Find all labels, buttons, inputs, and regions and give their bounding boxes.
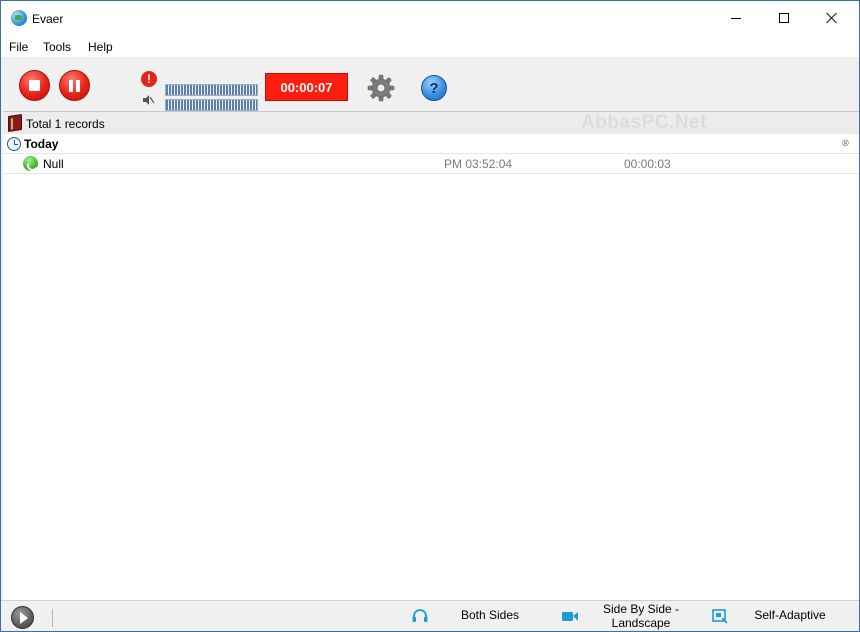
help-icon[interactable]: ? xyxy=(421,75,447,101)
warning-icon[interactable]: ! xyxy=(141,71,157,87)
app-window: Evaer File Tools Help ! 00:00:07 ? Total… xyxy=(0,0,860,632)
mode-self-adaptive[interactable]: Self-Adaptive xyxy=(747,608,833,622)
video-camera-icon[interactable] xyxy=(561,608,579,624)
headset-icon[interactable] xyxy=(411,608,429,624)
play-button[interactable] xyxy=(11,606,34,629)
pause-icon xyxy=(69,79,80,92)
maximize-icon xyxy=(779,13,789,23)
clock-icon xyxy=(7,137,21,151)
toolbar: ! 00:00:07 ? xyxy=(1,57,859,111)
watermark: AbbasPC.Net xyxy=(581,112,707,133)
menu-bar: File Tools Help xyxy=(1,35,859,57)
recording-timer: 00:00:07 xyxy=(265,73,348,101)
stop-button[interactable] xyxy=(19,70,50,101)
bottom-bar: Both Sides Side By Side - Landscape Self… xyxy=(1,600,859,631)
menu-tools[interactable]: Tools xyxy=(43,40,71,54)
globe-app-icon xyxy=(11,10,27,26)
group-today[interactable]: Today ⊗ xyxy=(3,134,859,154)
minimize-icon xyxy=(731,17,741,19)
level-meter-bottom xyxy=(165,99,258,111)
records-header: Total 1 records AbbasPC.Net xyxy=(3,112,859,134)
pause-button[interactable] xyxy=(59,70,90,101)
collapse-icon[interactable]: ⊗ xyxy=(840,138,851,149)
phone-call-icon xyxy=(23,156,38,171)
menu-help[interactable]: Help xyxy=(88,40,113,54)
window-title: Evaer xyxy=(32,12,64,26)
record-name: Null xyxy=(43,157,64,171)
record-row[interactable]: Null PM 03:52:04 00:00:03 xyxy=(3,154,859,174)
separator xyxy=(52,609,53,627)
minimize-button[interactable] xyxy=(713,1,759,35)
record-time: PM 03:52:04 xyxy=(444,157,513,171)
group-label: Today xyxy=(24,137,59,151)
maximize-button[interactable] xyxy=(761,1,807,35)
total-records-label: Total 1 records xyxy=(26,117,105,131)
title-bar: Evaer xyxy=(1,1,859,35)
close-icon xyxy=(826,12,838,24)
speaker-muted-icon[interactable] xyxy=(143,95,155,105)
screen-adaptive-icon[interactable] xyxy=(711,608,729,624)
level-meter-top xyxy=(165,84,258,96)
book-icon xyxy=(8,114,22,132)
gear-icon[interactable] xyxy=(367,74,395,102)
stop-icon xyxy=(29,80,40,91)
records-panel: Total 1 records AbbasPC.Net Today ⊗ Null… xyxy=(3,111,859,600)
record-duration: 00:00:03 xyxy=(624,157,671,171)
mode-both-sides[interactable]: Both Sides xyxy=(453,608,527,622)
menu-file[interactable]: File xyxy=(9,40,28,54)
mode-side-by-side[interactable]: Side By Side - Landscape xyxy=(597,602,685,630)
close-button[interactable] xyxy=(809,1,855,35)
